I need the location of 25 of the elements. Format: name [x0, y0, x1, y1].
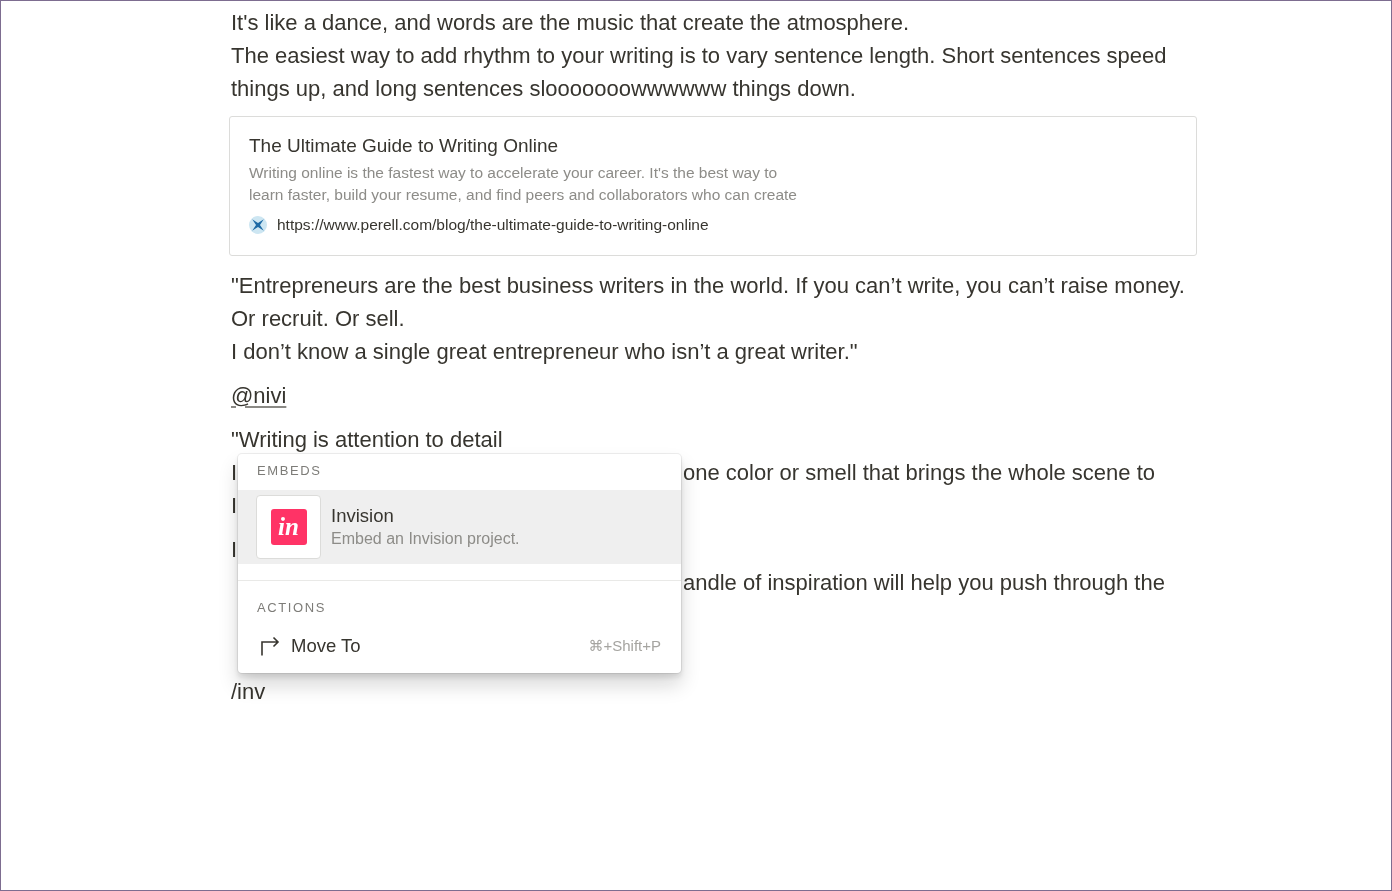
menu-item-description: Embed an Invision project.	[331, 529, 520, 549]
paragraph-fragment: I	[231, 458, 238, 487]
bookmark-title: The Ultimate Guide to Writing Online	[249, 134, 559, 158]
menu-item[interactable]: Move To ⌘+Shift+P	[238, 627, 681, 665]
paragraph-fragment: I	[231, 535, 238, 564]
paragraph: It's like a dance, and words are the music that create the atmosphere. The easiest way to add rhythm to your writing is to vary sentence length. Short sentences speed things up, and long sentences slooooooowwwwww things down.	[230, 8, 1167, 103]
mention-link[interactable]: @nivi	[231, 378, 287, 412]
paragraph-fragment: "Writing is attention to detail	[231, 425, 503, 454]
bookmark-url: https://www.perell.com/blog/the-ultimate-guide-to-writing-online	[277, 215, 709, 235]
paragraph-fragment: one color or smell that brings the whole scene to	[683, 458, 1156, 487]
bookmark-description: Writing online is the fastest way to accelerate your career. It's the best way to learn faster, build your resume, and find peers and collaborators who can create	[249, 163, 797, 205]
menu-section-heading: ACTIONS	[256, 599, 327, 617]
menu-item[interactable]: in Invision Embed an Invision project.	[238, 490, 681, 564]
paragraph-fragment: I	[231, 491, 238, 520]
paragraph: /inv	[230, 677, 266, 706]
paragraph: "Entrepreneurs are the best business writers in the world. If you can’t write, you can’t raise money. Or recruit. Or sell. I don’t know a single great entrepreneur who isn’t a great writer."	[230, 271, 1185, 366]
menu-item-title: Move To	[291, 634, 361, 658]
corner-arrow-icon	[260, 636, 280, 656]
shortcut-label: ⌘+Shift+P	[588, 637, 661, 655]
menu-section-heading: EMBEDS	[256, 462, 323, 480]
menu-item-title: Invision	[331, 504, 394, 528]
compass-icon	[249, 216, 267, 234]
paragraph-fragment: andle of inspiration will help you push through the	[683, 568, 1165, 597]
bookmark-card[interactable]	[229, 116, 1197, 256]
logo-icon: in	[256, 495, 321, 559]
